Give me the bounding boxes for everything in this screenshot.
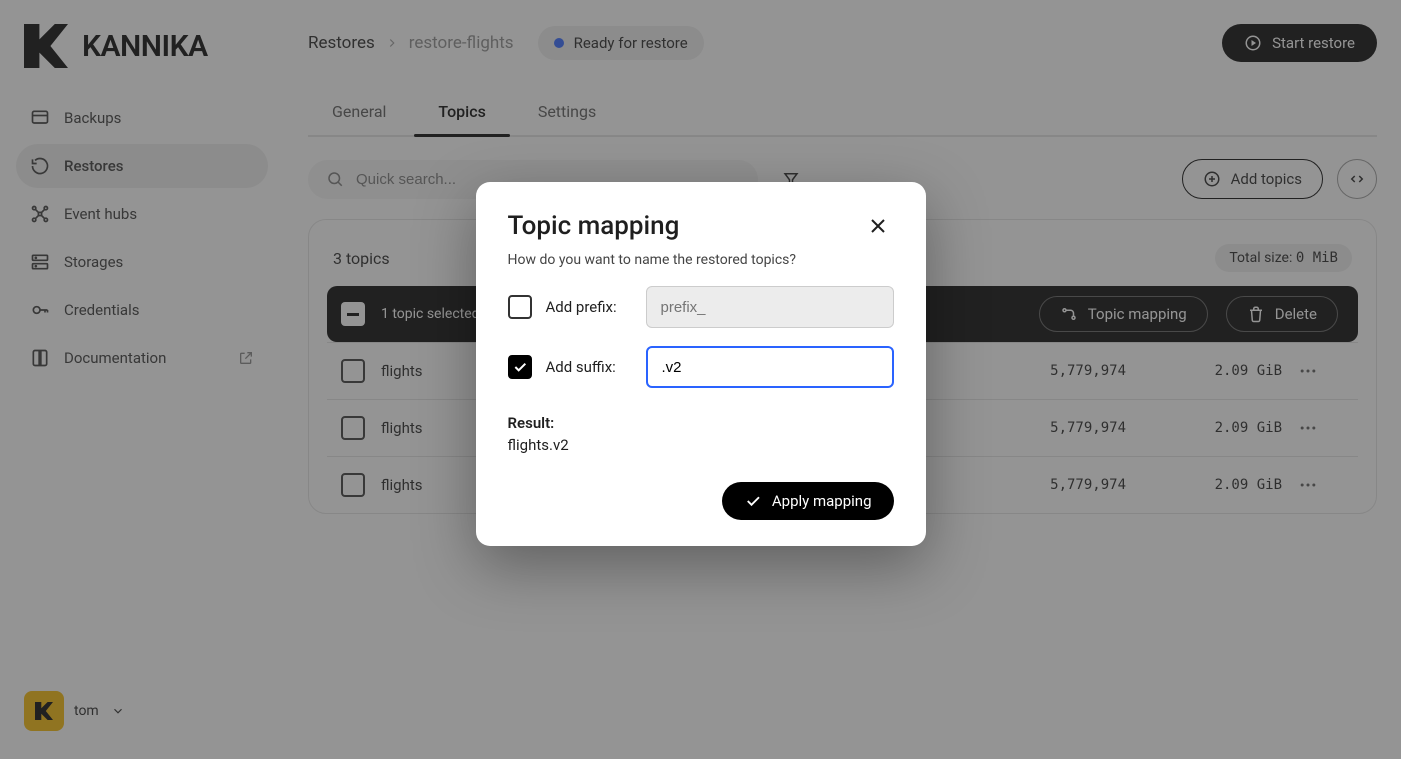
prefix-label: Add prefix: (546, 298, 632, 316)
result-block: Result: flights.v2 (508, 414, 894, 454)
suffix-row: Add suffix: (508, 346, 894, 388)
prefix-row: Add prefix: (508, 286, 894, 328)
suffix-label: Add suffix: (546, 358, 632, 376)
topic-mapping-modal: Topic mapping How do you want to name th… (476, 182, 926, 546)
check-icon (512, 359, 528, 375)
close-icon (866, 214, 890, 238)
modal-subtitle: How do you want to name the restored top… (508, 252, 894, 268)
check-icon (744, 492, 762, 510)
prefix-checkbox[interactable] (508, 295, 532, 319)
modal-title: Topic mapping (508, 211, 680, 241)
suffix-input[interactable] (646, 346, 894, 388)
prefix-input[interactable] (646, 286, 894, 328)
apply-mapping-button[interactable]: Apply mapping (722, 482, 894, 520)
suffix-checkbox[interactable] (508, 355, 532, 379)
result-label: Result: (508, 414, 894, 432)
result-value: flights.v2 (508, 436, 894, 454)
modal-overlay[interactable]: Topic mapping How do you want to name th… (0, 0, 1401, 759)
modal-close-button[interactable] (862, 210, 894, 242)
